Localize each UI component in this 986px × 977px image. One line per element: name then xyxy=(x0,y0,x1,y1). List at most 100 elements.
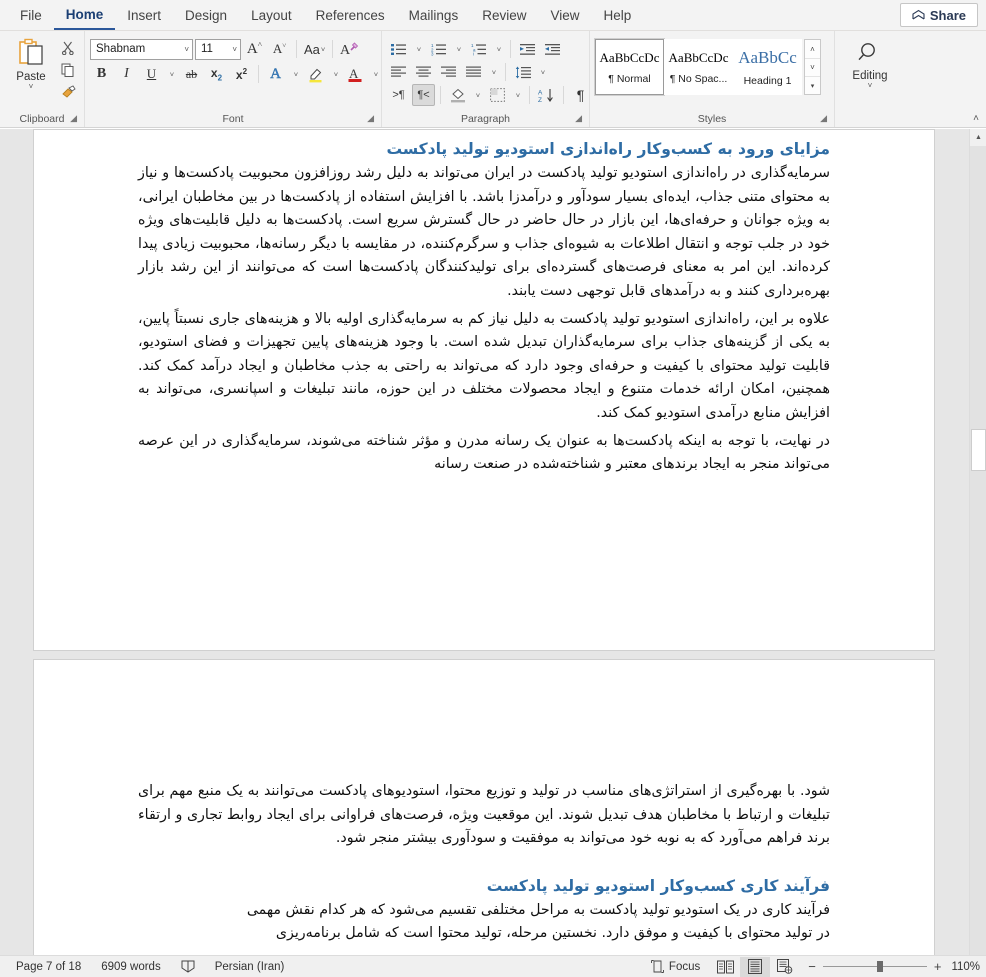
bullets-icon xyxy=(391,43,406,56)
language-indicator[interactable]: Persian (Iran) xyxy=(205,961,295,973)
shading-button[interactable] xyxy=(446,84,469,106)
paragraph-dialog-launcher[interactable]: ◢ xyxy=(575,110,582,126)
italic-button[interactable]: I xyxy=(115,63,138,85)
collapse-ribbon-button[interactable]: ˄ xyxy=(973,113,979,124)
proofing-status[interactable] xyxy=(171,960,205,973)
font-dialog-launcher[interactable]: ◢ xyxy=(367,110,374,126)
bullets-button[interactable] xyxy=(387,38,410,60)
paste-button[interactable]: Paste ˅ xyxy=(5,35,57,91)
svg-text:A: A xyxy=(538,89,543,96)
increase-font-size-button[interactable]: A˄ xyxy=(243,38,266,60)
ribbon-group-styles: AaBbCcDc ¶ Normal AaBbCcDc ¶ No Spac... … xyxy=(590,31,835,127)
justify-button[interactable] xyxy=(462,61,485,83)
zoom-thumb[interactable] xyxy=(876,961,883,972)
font-color-button[interactable]: A xyxy=(344,63,367,85)
subscript-button[interactable]: x2 xyxy=(205,63,228,85)
styles-scroll-down-button[interactable]: ˅ xyxy=(805,58,820,76)
editing-button[interactable]: Editing ˅ xyxy=(844,35,896,90)
font-color-dropdown-button[interactable]: ˅ xyxy=(369,63,382,85)
style-heading-1[interactable]: AaBbCc Heading 1 xyxy=(733,39,802,95)
bold-button[interactable]: B xyxy=(90,63,113,85)
rtl-text-direction-button[interactable]: ¶< xyxy=(412,84,435,106)
text-effects-button[interactable]: A xyxy=(264,63,287,85)
tab-mailings[interactable]: Mailings xyxy=(397,0,471,30)
tab-layout[interactable]: Layout xyxy=(239,0,304,30)
tab-review[interactable]: Review xyxy=(470,0,538,30)
sort-button[interactable]: A Z xyxy=(535,84,558,106)
clear-formatting-button[interactable]: A xyxy=(338,38,361,60)
borders-button[interactable] xyxy=(486,84,509,106)
line-spacing-button[interactable] xyxy=(511,61,534,83)
tab-help[interactable]: Help xyxy=(592,0,644,30)
tab-references[interactable]: References xyxy=(304,0,397,30)
styles-gallery-scroll: ˄ ˅ ▾ xyxy=(804,39,821,95)
clipboard-dialog-launcher[interactable]: ◢ xyxy=(70,110,77,126)
underline-button[interactable]: U xyxy=(140,63,163,85)
styles-more-button[interactable]: ▾ xyxy=(805,76,820,94)
ltr-text-direction-button[interactable]: >¶ xyxy=(387,84,410,106)
tab-design[interactable]: Design xyxy=(173,0,239,30)
styles-dialog-launcher[interactable]: ◢ xyxy=(820,110,827,126)
cut-button[interactable] xyxy=(57,37,79,58)
justify-dropdown-button[interactable]: ˅ xyxy=(487,61,500,83)
read-mode-button[interactable] xyxy=(710,957,740,977)
font-name-combo[interactable]: Shabnam ˅ xyxy=(90,38,193,60)
word-count[interactable]: 6909 words xyxy=(91,961,170,973)
shading-dropdown-button[interactable]: ˅ xyxy=(471,84,484,106)
styles-scroll-up-button[interactable]: ˄ xyxy=(805,40,820,58)
vertical-scrollbar[interactable]: ▲ xyxy=(969,129,986,955)
superscript-button[interactable]: x2 xyxy=(230,63,253,85)
document-page-2[interactable]: شود. با بهره‌گیری از استراتژی‌های مناسب … xyxy=(33,659,935,955)
share-button[interactable]: Share xyxy=(899,3,978,27)
multilevel-list-button[interactable]: 1 a i xyxy=(467,38,490,60)
scrollbar-thumb[interactable] xyxy=(971,429,986,471)
align-right-button[interactable] xyxy=(437,61,460,83)
line-spacing-dropdown-button[interactable]: ˅ xyxy=(536,61,549,83)
style-no-spacing[interactable]: AaBbCcDc ¶ No Spac... xyxy=(664,39,733,95)
zoom-track[interactable] xyxy=(822,961,927,972)
scrollbar-track[interactable] xyxy=(970,146,986,955)
tab-home[interactable]: Home xyxy=(53,0,116,30)
align-left-button[interactable] xyxy=(387,61,410,83)
zoom-in-button[interactable]: + xyxy=(934,959,942,974)
zoom-out-button[interactable]: − xyxy=(808,959,816,974)
increase-indent-button[interactable] xyxy=(541,38,564,60)
document-canvas[interactable]: مزایای ورود به کسب‌وکار راه‌اندازی استود… xyxy=(0,129,986,955)
numbering-button[interactable]: 1 2 3 xyxy=(427,38,450,60)
decrease-font-size-button[interactable]: A˅ xyxy=(268,38,291,60)
change-case-button[interactable]: Aa ˅ xyxy=(302,38,327,60)
strikethrough-button[interactable]: ab xyxy=(180,63,203,85)
text-effects-dropdown-button[interactable]: ˅ xyxy=(289,63,302,85)
highlight-dropdown-button[interactable]: ˅ xyxy=(329,63,342,85)
borders-dropdown-button[interactable]: ˅ xyxy=(511,84,524,106)
decrease-indent-button[interactable] xyxy=(516,38,539,60)
print-layout-button[interactable] xyxy=(740,956,771,977)
editing-dropdown-chevron-icon[interactable]: ˅ xyxy=(868,82,873,90)
numbering-dropdown-button[interactable]: ˅ xyxy=(452,38,465,60)
zoom-level[interactable]: 110% xyxy=(949,961,980,973)
page-indicator[interactable]: Page 7 of 18 xyxy=(6,961,91,973)
multilevel-dropdown-button[interactable]: ˅ xyxy=(492,38,505,60)
font-size-combo[interactable]: 11 ˅ xyxy=(195,38,241,60)
tab-insert[interactable]: Insert xyxy=(115,0,173,30)
style-normal[interactable]: AaBbCcDc ¶ Normal xyxy=(594,38,665,96)
share-label: Share xyxy=(929,7,966,23)
show-formatting-marks-button[interactable]: ¶ xyxy=(569,84,592,106)
highlight-color-button[interactable] xyxy=(304,63,327,85)
web-layout-button[interactable] xyxy=(770,957,800,977)
page1-paragraph-1: سرمایه‌گذاری در راه‌اندازی استودیو تولید… xyxy=(138,165,830,299)
tab-view[interactable]: View xyxy=(538,0,591,30)
ribbon-group-font: Shabnam ˅ 11 ˅ A˄ A˅ Aa ˅ A B I U ˅ ab x… xyxy=(85,31,382,127)
bullets-dropdown-button[interactable]: ˅ xyxy=(412,38,425,60)
zoom-slider[interactable]: − + xyxy=(808,959,941,974)
format-painter-button[interactable] xyxy=(57,81,79,102)
focus-mode-button[interactable]: Focus xyxy=(641,960,710,973)
document-page-1[interactable]: مزایای ورود به کسب‌وکار راه‌اندازی استود… xyxy=(33,129,935,651)
paste-dropdown-chevron-icon[interactable]: ˅ xyxy=(29,83,34,91)
tab-file[interactable]: File xyxy=(8,0,54,30)
copy-button[interactable] xyxy=(57,59,79,80)
underline-dropdown-button[interactable]: ˅ xyxy=(165,63,178,85)
strikethrough-icon: ab xyxy=(185,66,198,81)
scroll-up-button[interactable]: ▲ xyxy=(970,129,986,146)
align-center-button[interactable] xyxy=(412,61,435,83)
